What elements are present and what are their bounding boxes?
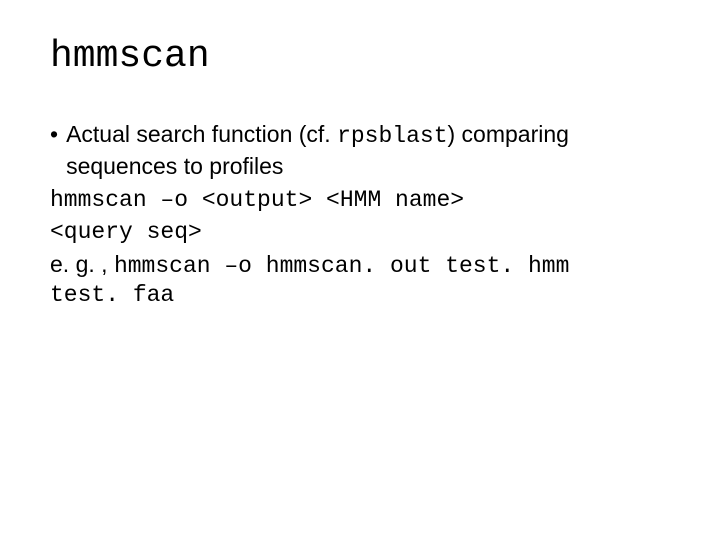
command-syntax-line2: <query seq> [50,218,670,248]
bullet-marker: • [50,120,58,182]
desc-rpsblast: rpsblast [337,123,447,149]
command-syntax-line1: hmmscan –o <output> <HMM name> [50,186,670,216]
bullet-item: • Actual search function (cf. rpsblast) … [50,120,670,182]
desc-part1: Actual search function (cf. [66,121,337,147]
description-text: Actual search function (cf. rpsblast) co… [66,120,670,182]
example-prefix: e. g. , [50,251,114,277]
example-cmd1: hmmscan –o hmmscan. out test. hmm [114,253,569,279]
example-line2: test. faa [50,281,670,311]
content-area: • Actual search function (cf. rpsblast) … [50,120,670,311]
example-line1: e. g. , hmmscan –o hmmscan. out test. hm… [50,250,670,282]
page-title: hmmscan [50,35,670,78]
